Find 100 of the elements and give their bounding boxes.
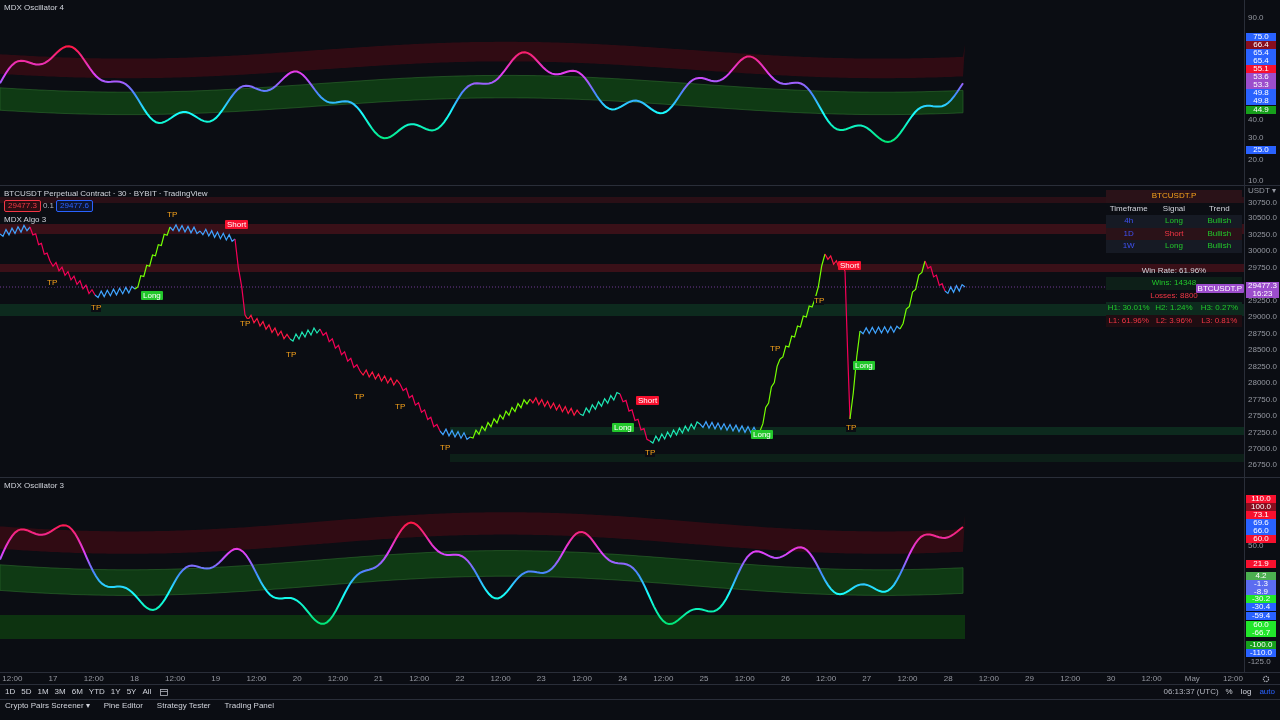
high-target-text: H2: 1.24%	[1154, 302, 1194, 314]
timeframe-cell-text: 4h	[1123, 215, 1135, 227]
long-signal-label: Long	[751, 430, 773, 439]
low-target-text: L1: 61.96%	[1107, 314, 1150, 327]
time-label: 20	[291, 673, 303, 684]
time-label: 12:00	[815, 673, 838, 684]
bar-countdown: 16:23	[1251, 290, 1274, 298]
low-target-text: L2: 3.96%	[1154, 314, 1193, 327]
range-button[interactable]: 1M	[34, 687, 52, 697]
range-button[interactable]: 1D	[2, 687, 19, 697]
axis-value-badge: -30.4	[1246, 603, 1276, 611]
axis-value-badge: -110.0	[1246, 649, 1276, 657]
time-label: 12:00	[1, 673, 24, 684]
axis-label: 27500.0	[1248, 412, 1277, 420]
spread-value: 0.1	[42, 200, 55, 212]
range-button[interactable]: 6M	[68, 687, 86, 697]
short-signal-label: Short	[838, 261, 862, 270]
timeframe-cell-text: 1D	[1122, 227, 1135, 240]
axis-label: 30000.0	[1248, 247, 1277, 255]
scale-toggle[interactable]: auto	[1256, 687, 1278, 697]
take-profit-label: TP	[286, 350, 297, 359]
high-target-text: H1: 30.01%	[1106, 302, 1151, 314]
axis-value-badge: 65.4	[1246, 57, 1276, 65]
scale-toggle[interactable]: log	[1237, 687, 1255, 697]
axis-value-badge: 66.4	[1246, 41, 1276, 49]
take-profit-label: TP	[645, 448, 656, 457]
pane-title: MDX Oscillator 4	[4, 2, 64, 14]
axis-value-badge: 60.0	[1246, 535, 1276, 543]
axis-label: 29750.0	[1248, 264, 1277, 272]
range-button[interactable]: 3M	[51, 687, 69, 697]
scale-toggle[interactable]: %	[1222, 687, 1236, 697]
time-label: 30	[1105, 673, 1117, 684]
axis-value-badge: 21.9	[1246, 560, 1276, 568]
bottom-tab[interactable]: Strategy Tester	[153, 701, 214, 710]
short-signal-label: Short	[636, 396, 660, 405]
time-label: 12:00	[652, 673, 675, 684]
time-label: 12:00	[82, 673, 105, 684]
axis-value-badge: -1.3	[1246, 580, 1276, 588]
time-label: 28	[942, 673, 954, 684]
long-signal-label: Long	[612, 423, 634, 432]
losses-text: Losses: 8800	[1149, 290, 1199, 302]
axis-label: 29000.0	[1248, 313, 1277, 321]
axis-label: 28500.0	[1248, 346, 1277, 354]
ask-price: 29477.6	[56, 200, 93, 212]
axis-label: 27250.0	[1248, 429, 1277, 437]
axis-label: 40.0	[1248, 116, 1264, 124]
time-label: 12:00	[1221, 673, 1244, 684]
axis-label: -125.0	[1248, 658, 1271, 666]
take-profit-label: TP	[91, 303, 102, 312]
time-label: 18	[128, 673, 140, 684]
bottom-tab[interactable]: Crypto Pairs Screener ▾	[2, 701, 93, 710]
axis-value-badge: 44.9	[1246, 106, 1276, 114]
time-label: 24	[617, 673, 629, 684]
axis-value-badge: 4.2	[1246, 572, 1276, 580]
range-button[interactable]: 5Y	[123, 687, 140, 697]
settings-icon[interactable]	[1262, 675, 1270, 683]
axis-label: 30500.0	[1248, 214, 1277, 222]
last-price: 29477.3	[1247, 282, 1278, 290]
axis-value-badge: -100.0	[1246, 641, 1276, 649]
axis-label: 30750.0	[1248, 199, 1277, 207]
range-button[interactable]: 5D	[18, 687, 35, 697]
time-label: 26	[779, 673, 791, 684]
bottom-tab[interactable]: Pine Editor	[100, 701, 146, 710]
range-button[interactable]: YTD	[85, 687, 108, 697]
axis-value-badge: 53.3	[1246, 81, 1276, 89]
axis-value-badge: 25.0	[1246, 146, 1276, 154]
take-profit-label: TP	[440, 443, 451, 452]
axis-label: 30250.0	[1248, 231, 1277, 239]
take-profit-label: TP	[47, 278, 58, 287]
pane-title: MDX Oscillator 3	[4, 480, 64, 492]
indicator-name: MDX Algo 3	[4, 214, 47, 226]
axis-value-badge: 73.1	[1246, 511, 1276, 519]
bottom-tab[interactable]: Trading Panel	[221, 701, 277, 710]
low-target-text: L3: 0.81%	[1200, 314, 1239, 327]
axis-value-badge: 49.8	[1246, 97, 1276, 105]
axis-value-badge: 49.8	[1246, 89, 1276, 97]
signal-cell-text: Long	[1164, 240, 1184, 252]
caret-icon: ▾	[85, 701, 90, 710]
high-target-text: H3: 0.27%	[1199, 302, 1239, 314]
range-button[interactable]: All	[139, 687, 155, 697]
axis-label: 30.0	[1248, 134, 1264, 142]
time-label: 12:00	[326, 673, 349, 684]
trend-cell-text: Bullish	[1206, 227, 1233, 240]
time-label: 17	[47, 673, 59, 684]
range-button[interactable]: 1Y	[107, 687, 124, 697]
axis-label: 27750.0	[1248, 396, 1277, 404]
currency-selector[interactable]: USDT ▾	[1248, 187, 1276, 195]
axis-value-badge: 66.0	[1246, 527, 1276, 535]
clock-text: 06:13:37 (UTC)	[1163, 686, 1219, 698]
axis-value-badge: -66.7	[1246, 629, 1276, 637]
time-label: 12:00	[164, 673, 187, 684]
long-signal-label: Long	[853, 361, 875, 370]
calendar-icon[interactable]	[160, 688, 169, 696]
axis-value-badge: -59.4	[1246, 612, 1276, 620]
time-label: 12:00	[489, 673, 512, 684]
trend-cell-text: Bullish	[1206, 240, 1233, 252]
axis-label: 27000.0	[1248, 445, 1277, 453]
trend-cell-text: Bullish	[1206, 215, 1233, 227]
take-profit-label: TP	[814, 296, 825, 305]
short-signal-label: Short	[225, 220, 249, 229]
